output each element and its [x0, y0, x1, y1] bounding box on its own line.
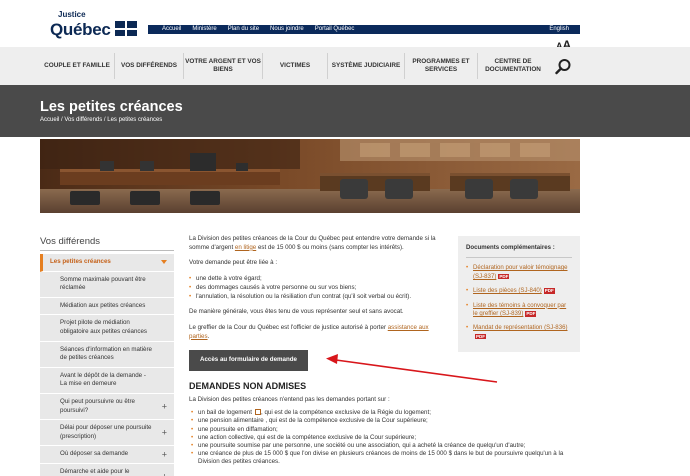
sidebar-item-label: Les petites créances — [50, 258, 111, 265]
bail-de-logement-link[interactable]: bail de logement — [207, 409, 252, 416]
main-content: La Division des petites créances de la C… — [189, 235, 447, 372]
list-item: une dette à votre égard; — [189, 275, 447, 284]
language-toggle-link[interactable]: English — [549, 25, 569, 34]
document-item: Liste des témoins à convoquer par le gre… — [466, 302, 572, 319]
nav-item-centre-documentation[interactable]: CENTRE DE DOCUMENTATION — [478, 47, 548, 85]
representation-text: De manière générale, vous êtes tenu de v… — [189, 308, 404, 316]
topbar-link-ministere[interactable]: Ministère — [192, 25, 216, 34]
non-admissible-section: La Division des petites créances n'enten… — [189, 396, 589, 467]
nav-item-couple-famille[interactable]: COUPLE ET FAMILLE — [40, 47, 114, 85]
document-link-sj-836[interactable]: Mandat de représentation (SJ-836) — [473, 324, 568, 331]
section-intro: La Division des petites créances n'enten… — [189, 396, 390, 403]
sidebar-item-petites-creances[interactable]: Les petites créances — [40, 254, 174, 272]
sidebar-item-seances-information[interactable]: Séances d'information en matière de peti… — [40, 341, 174, 368]
nav-item-victimes[interactable]: VICTIMES — [263, 47, 327, 85]
list-item: un bail de logement, qui est de la compé… — [189, 409, 589, 418]
document-item: Mandat de représentation (SJ-836) PDF — [466, 324, 572, 341]
sidebar-item-projet-pilote[interactable]: Projet pilote de médiation obligatoire a… — [40, 315, 174, 342]
breadcrumb[interactable]: Accueil / Vos différends / Les petites c… — [40, 117, 162, 123]
document-item: Liste des pièces (SJ-840)PDF — [466, 287, 572, 296]
topbar-link-nous-joindre[interactable]: Nous joindre — [270, 25, 304, 34]
list-item: une poursuite soumise par une personne, … — [189, 442, 589, 450]
sidebar-menu: Les petites créances Somme maximale pouv… — [40, 254, 174, 476]
sidebar-divider — [40, 250, 174, 251]
complementary-documents-box: Documents complémentaires : Déclaration … — [458, 236, 580, 352]
pdf-badge-icon: PDF — [498, 273, 510, 280]
main-navigation: COUPLE ET FAMILLE VOS DIFFÉRENDS VOTRE A… — [0, 47, 690, 85]
sidebar-item-mise-en-demeure[interactable]: Avant le dépôt de la demande - La mise e… — [40, 367, 174, 394]
sidebar-item-label: Où déposer sa demande — [60, 450, 129, 458]
list-item: une action collective, qui est de la com… — [189, 434, 589, 442]
sidebar-item-label: Séances d'information en matière de peti… — [60, 345, 152, 362]
access-form-button[interactable]: Accès au formulaire de demande — [189, 350, 308, 372]
topbar-link-accueil[interactable]: Accueil — [162, 25, 181, 34]
sidebar-item-label: Qui peut poursuivre ou être poursuivi? — [60, 397, 135, 414]
section-heading-demandes-non-admises: DEMANDES NON ADMISES — [189, 381, 307, 391]
nav-item-argent-biens[interactable]: VOTRE ARGENT ET VOS BIENS — [184, 47, 262, 85]
nav-item-programmes-services[interactable]: PROGRAMMES ET SERVICES — [405, 47, 477, 85]
list-item: une pension alimentaire , qui est de la … — [189, 417, 589, 425]
courtroom-banner-image — [40, 139, 580, 213]
logo-quebec-text: Québec — [50, 20, 111, 39]
sidebar-item-qui-peut-poursuivre[interactable]: Qui peut poursuivre ou être poursuivi? + — [40, 393, 174, 421]
sidebar-item-label: Délai pour déposer une poursuite (prescr… — [60, 424, 152, 440]
fleurdelise-flag-icon — [115, 21, 137, 36]
pdf-badge-icon: PDF — [475, 333, 486, 340]
documents-title: Documents complémentaires : — [466, 244, 572, 259]
pdf-badge-icon: PDF — [543, 288, 555, 294]
nav-item-systeme-judiciaire[interactable]: SYSTÈME JUDICIAIRE — [328, 47, 404, 85]
topbar-link-portail-quebec[interactable]: Portail Québec — [315, 25, 355, 34]
sidebar-item-label: Projet pilote de médiation obligatoire a… — [60, 319, 148, 335]
en-litige-link[interactable]: en litige — [235, 244, 256, 251]
sidebar-item-somme-maximale[interactable]: Somme maximale pouvant être réclamée — [40, 271, 174, 298]
list-item: l'annulation, la résolution ou la résili… — [189, 293, 447, 302]
expand-plus-icon[interactable]: + — [162, 402, 167, 411]
list-item: des dommages causés à votre personne ou … — [189, 284, 447, 293]
sidebar-item-mediation[interactable]: Médiation aux petites créances — [40, 297, 174, 316]
claim-types-list: une dette à votre égard; des dommages ca… — [189, 275, 447, 301]
sidebar-item-label: Démarche et aide pour le demandeur — [60, 467, 130, 475]
caret-down-icon — [161, 260, 167, 265]
document-link-sj-839[interactable]: Liste des témoins à convoquer par le gre… — [473, 302, 566, 317]
list-intro-text: Votre demande peut être liée à : — [189, 259, 278, 267]
sidebar-item-delai-prescription[interactable]: Délai pour déposer une poursuite (prescr… — [40, 420, 174, 447]
list-item: une créance de plus de 15 000 $ que l'on… — [189, 450, 589, 466]
pdf-badge-icon: PDF — [525, 311, 537, 317]
sidebar-item-demarche-demandeur[interactable]: Démarche et aide pour le demandeur + — [40, 463, 174, 476]
sidebar-item-ou-deposer[interactable]: Où déposer sa demande + — [40, 446, 174, 464]
expand-plus-icon[interactable]: + — [162, 450, 167, 459]
sidebar-item-label: Médiation aux petites créances — [60, 301, 146, 309]
expand-plus-icon[interactable]: + — [162, 428, 167, 437]
document-link-sj-840[interactable]: Liste des pièces (SJ-840) — [473, 287, 542, 294]
topbar-link-plan-du-site[interactable]: Plan du site — [228, 25, 259, 34]
nav-item-vos-differends[interactable]: VOS DIFFÉRENDS — [115, 47, 183, 85]
intro-paragraph: La Division des petites créances de la C… — [189, 235, 436, 251]
document-link-sj-837[interactable]: Déclaration pour valoir témoignage (SJ-8… — [473, 264, 568, 279]
sidebar-title[interactable]: Vos différends — [40, 236, 100, 247]
search-icon[interactable] — [555, 58, 572, 75]
top-utility-bar: Accueil Ministère Plan du site Nous join… — [148, 25, 580, 34]
sidebar-item-label: Somme maximale pouvant être réclamée — [60, 275, 146, 292]
sidebar-item-label: Avant le dépôt de la demande - La mise e… — [60, 371, 146, 388]
clerk-paragraph: Le greffier de la Cour du Québec est l'o… — [189, 323, 429, 340]
list-item: une poursuite en diffamation; — [189, 426, 589, 434]
expand-plus-icon[interactable]: + — [162, 472, 167, 476]
page-title: Les petites créances — [40, 99, 183, 115]
non-admissible-list: un bail de logement, qui est de la compé… — [189, 409, 589, 466]
document-item: Déclaration pour valoir témoignage (SJ-8… — [466, 264, 572, 281]
logo-justice-text: Justice — [58, 10, 86, 19]
